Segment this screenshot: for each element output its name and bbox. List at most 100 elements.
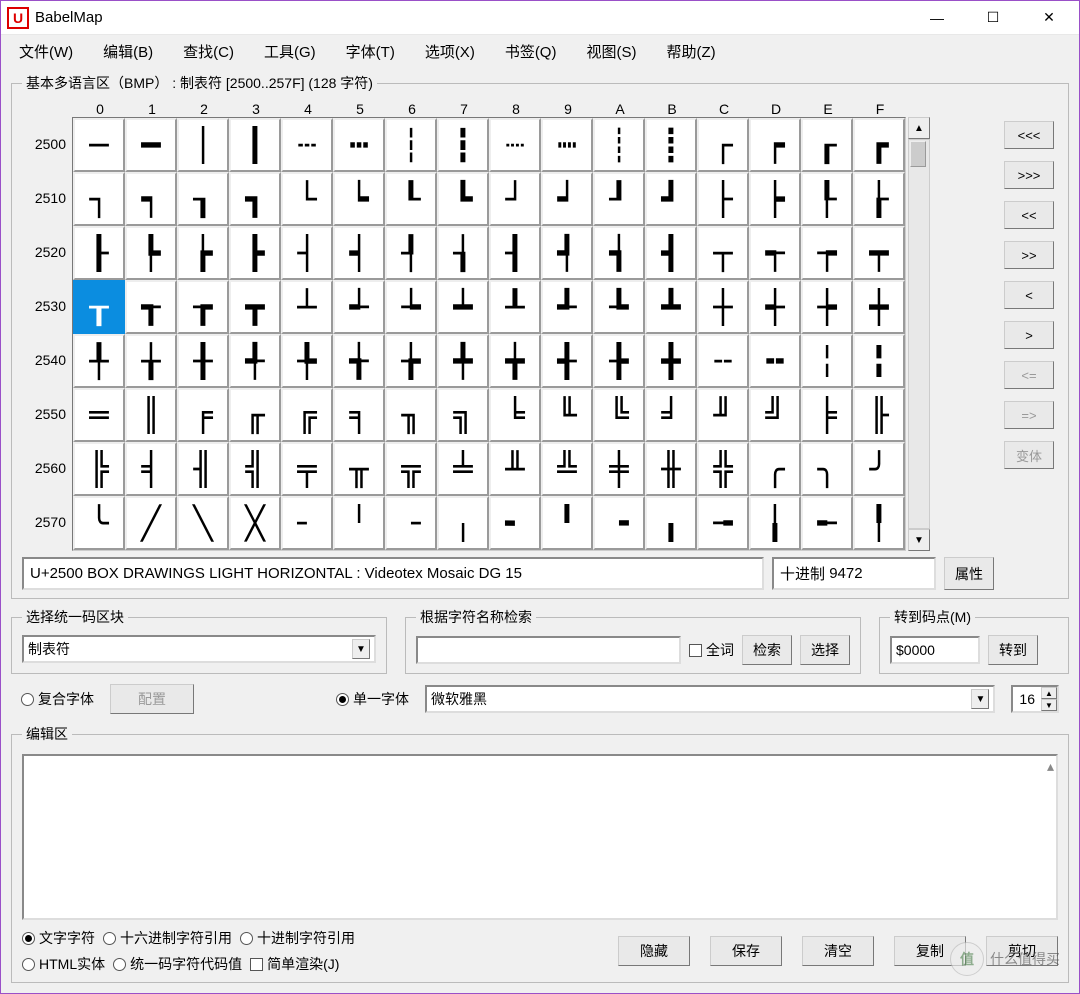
glyph-cell[interactable]: ╩ <box>541 442 593 496</box>
spin-up-icon[interactable]: ▲ <box>1041 687 1057 699</box>
glyph-cell[interactable]: ┱ <box>125 280 177 334</box>
wholeword-checkbox[interactable]: 全词 <box>689 640 734 660</box>
glyph-cell[interactable]: ┮ <box>801 226 853 280</box>
glyph-cell[interactable]: ┣ <box>229 226 281 280</box>
scroll-down-icon[interactable]: ▼ <box>908 529 930 551</box>
glyph-cell[interactable]: ┳ <box>229 280 281 334</box>
nav-button[interactable]: > <box>1004 321 1054 349</box>
glyph-cell[interactable]: ╧ <box>437 442 489 496</box>
glyph-cell[interactable]: ┉ <box>541 118 593 172</box>
glyph-cell[interactable]: │ <box>177 118 229 172</box>
glyph-cell[interactable]: ╳ <box>229 496 281 550</box>
glyph-cell[interactable]: ╻ <box>645 496 697 550</box>
glyph-cell[interactable]: ┑ <box>125 172 177 226</box>
glyph-cell[interactable]: ╞ <box>801 388 853 442</box>
glyph-cell[interactable]: ╾ <box>801 496 853 550</box>
glyph-cell[interactable]: ┷ <box>437 280 489 334</box>
glyph-cell[interactable]: ╙ <box>541 388 593 442</box>
close-button[interactable]: ✕ <box>1021 2 1077 34</box>
glyph-cell[interactable]: ┾ <box>801 280 853 334</box>
glyph-cell[interactable]: ╜ <box>697 388 749 442</box>
glyph-cell[interactable]: ┛ <box>645 172 697 226</box>
glyph-cell[interactable]: ┿ <box>853 280 905 334</box>
radio-html-entity[interactable]: HTML实体 <box>22 954 105 974</box>
glyph-cell[interactable]: ╢ <box>177 442 229 496</box>
glyph-cell[interactable]: ┺ <box>593 280 645 334</box>
glyph-cell[interactable]: ╽ <box>749 496 801 550</box>
glyph-cell[interactable]: ┤ <box>281 226 333 280</box>
radio-dec-ref[interactable]: 十进制字符引用 <box>240 928 355 948</box>
font-combo[interactable]: 微软雅黑 ▼ <box>425 685 995 713</box>
chevron-down-icon[interactable]: ▼ <box>352 639 370 659</box>
glyph-cell[interactable]: ╹ <box>541 496 593 550</box>
glyph-cell[interactable]: ┸ <box>489 280 541 334</box>
glyph-cell[interactable]: ╏ <box>853 334 905 388</box>
menu-help[interactable]: 帮助(Z) <box>660 39 721 64</box>
nav-button[interactable]: <<< <box>1004 121 1054 149</box>
glyph-cell[interactable]: ┘ <box>489 172 541 226</box>
menu-edit[interactable]: 编辑(B) <box>97 39 159 64</box>
clear-button[interactable]: 清空 <box>802 936 874 966</box>
glyph-cell[interactable]: ╝ <box>749 388 801 442</box>
glyph-cell[interactable]: ╓ <box>229 388 281 442</box>
menu-view[interactable]: 视图(S) <box>580 39 642 64</box>
glyph-cell[interactable]: ┙ <box>541 172 593 226</box>
name-search-input[interactable] <box>416 636 681 664</box>
menu-font[interactable]: 字体(T) <box>340 39 401 64</box>
maximize-button[interactable]: ☐ <box>965 2 1021 34</box>
glyph-cell[interactable]: ╁ <box>125 334 177 388</box>
glyph-cell[interactable]: ╸ <box>489 496 541 550</box>
edit-textarea[interactable]: ▴ <box>22 754 1058 920</box>
glyph-cell[interactable]: ╮ <box>801 442 853 496</box>
font-size-spinner[interactable]: 16 ▲▼ <box>1011 685 1059 713</box>
glyph-cell[interactable]: ╘ <box>489 388 541 442</box>
glyph-cell[interactable]: ╱ <box>125 496 177 550</box>
glyph-cell[interactable]: ┎ <box>801 118 853 172</box>
scroll-thumb[interactable] <box>910 141 926 167</box>
glyph-cell[interactable]: ╪ <box>593 442 645 496</box>
glyph-cell[interactable]: ━ <box>125 118 177 172</box>
properties-button[interactable]: 属性 <box>944 557 994 590</box>
glyph-cell[interactable]: ╲ <box>177 496 229 550</box>
glyph-cell[interactable]: ╰ <box>73 496 125 550</box>
single-font-radio[interactable]: 单一字体 <box>336 689 409 709</box>
glyph-cell[interactable]: ┫ <box>645 226 697 280</box>
glyph-cell[interactable]: ┊ <box>593 118 645 172</box>
glyph-cell[interactable]: ╥ <box>333 442 385 496</box>
menu-bookmarks[interactable]: 书签(Q) <box>499 39 563 64</box>
glyph-cell[interactable]: └ <box>281 172 333 226</box>
glyph-cell[interactable]: ┶ <box>385 280 437 334</box>
glyph-cell[interactable]: ╅ <box>333 334 385 388</box>
glyph-cell[interactable]: ┃ <box>229 118 281 172</box>
glyph-cell[interactable]: ┈ <box>489 118 541 172</box>
goto-button[interactable]: 转到 <box>988 635 1038 665</box>
composite-font-radio[interactable]: 复合字体 <box>21 689 94 709</box>
glyph-cell[interactable]: ╕ <box>333 388 385 442</box>
glyph-cell[interactable]: ┨ <box>489 226 541 280</box>
nav-button[interactable]: >> <box>1004 241 1054 269</box>
glyph-cell[interactable]: ╊ <box>593 334 645 388</box>
chevron-down-icon[interactable]: ▼ <box>971 689 989 709</box>
glyph-cell[interactable]: ┋ <box>645 118 697 172</box>
glyph-cell[interactable]: ╗ <box>437 388 489 442</box>
glyph-cell[interactable]: ┇ <box>437 118 489 172</box>
glyph-cell[interactable]: ╼ <box>697 496 749 550</box>
glyph-cell[interactable]: ┌ <box>697 118 749 172</box>
glyph-cell[interactable]: ╿ <box>853 496 905 550</box>
menu-file[interactable]: 文件(W) <box>13 39 79 64</box>
glyph-cell[interactable]: ┞ <box>801 172 853 226</box>
nav-button[interactable]: < <box>1004 281 1054 309</box>
menu-find[interactable]: 查找(C) <box>177 39 240 64</box>
search-button[interactable]: 检索 <box>742 635 792 665</box>
glyph-cell[interactable]: ┠ <box>73 226 125 280</box>
glyph-cell[interactable]: ┧ <box>437 226 489 280</box>
glyph-cell[interactable]: ┥ <box>333 226 385 280</box>
block-select-combo[interactable]: 制表符 ▼ <box>22 635 376 663</box>
menu-tools[interactable]: 工具(G) <box>258 39 322 64</box>
glyph-cell[interactable]: ─ <box>73 118 125 172</box>
glyph-cell[interactable]: ╦ <box>385 442 437 496</box>
glyph-cell[interactable]: ╆ <box>385 334 437 388</box>
glyph-cell[interactable]: ┯ <box>853 226 905 280</box>
glyph-cell[interactable]: ╭ <box>749 442 801 496</box>
glyph-cell[interactable]: ╨ <box>489 442 541 496</box>
